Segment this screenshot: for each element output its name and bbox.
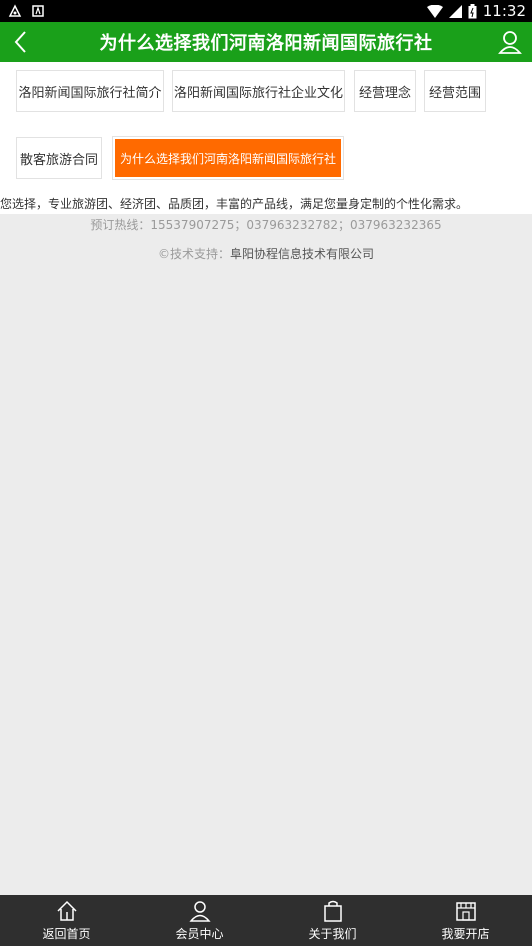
back-button[interactable] [4,26,36,58]
nav-shop[interactable]: 我要开店 [399,895,532,946]
status-bar: 11:32 [0,0,532,22]
signal-icon [448,4,462,18]
tab-why-us[interactable]: 为什么选择我们河南洛阳新闻国际旅行社 [112,136,344,180]
notification-icon [8,4,22,17]
user-button[interactable] [494,26,526,58]
status-left [8,4,44,18]
tab-contract[interactable]: 散客旅游合同 [16,137,102,179]
nav-member[interactable]: 会员中心 [133,895,266,946]
nav-shop-label: 我要开店 [441,927,490,941]
article-text: 您选择，专业旅游团、经济团、品质团，丰富的产品线，满足您量身定制的个性化需求。 [0,197,469,211]
tab-intro[interactable]: 洛阳新闻国际旅行社简介 [16,70,164,112]
wifi-icon [426,4,443,18]
android-icon [32,5,44,17]
nav-about-label: 关于我们 [308,927,357,941]
tab-culture[interactable]: 洛阳新闻国际旅行社企业文化 [172,70,345,112]
support-company-link[interactable]: 阜阳协程信息技术有限公司 [230,247,374,261]
home-icon [56,900,77,921]
page-title: 为什么选择我们河南洛阳新闻国际旅行社 [99,33,433,54]
tech-support: ©技术支持：阜阳协程信息技术有限公司 [0,245,532,262]
app-header: 为什么选择我们河南洛阳新闻国际旅行社 [0,22,532,62]
clock: 11:32 [482,2,526,20]
tab-scope[interactable]: 经营范围 [424,70,486,112]
support-prefix: ©技术支持： [157,247,230,261]
bottom-nav: 返回首页 会员中心 关于我们 我要开店 [0,895,532,946]
shop-icon [455,902,476,921]
battery-icon [468,3,477,18]
nav-about[interactable]: 关于我们 [266,895,399,946]
nav-home[interactable]: 返回首页 [0,895,133,946]
hotline-text: 预订热线：15537907275；037963232782；0379632323… [90,218,442,232]
tab-philosophy[interactable]: 经营理念 [354,70,416,112]
user-icon [188,901,211,922]
user-icon [498,31,522,54]
nav-member-label: 会员中心 [175,927,224,941]
chevron-left-icon [14,31,26,53]
nav-home-label: 返回首页 [42,927,91,941]
bag-icon [323,900,342,922]
content-area: 洛阳新闻国际旅行社简介 洛阳新闻国际旅行社企业文化 经营理念 经营范围 散客旅游… [0,62,532,214]
status-right: 11:32 [426,2,526,20]
